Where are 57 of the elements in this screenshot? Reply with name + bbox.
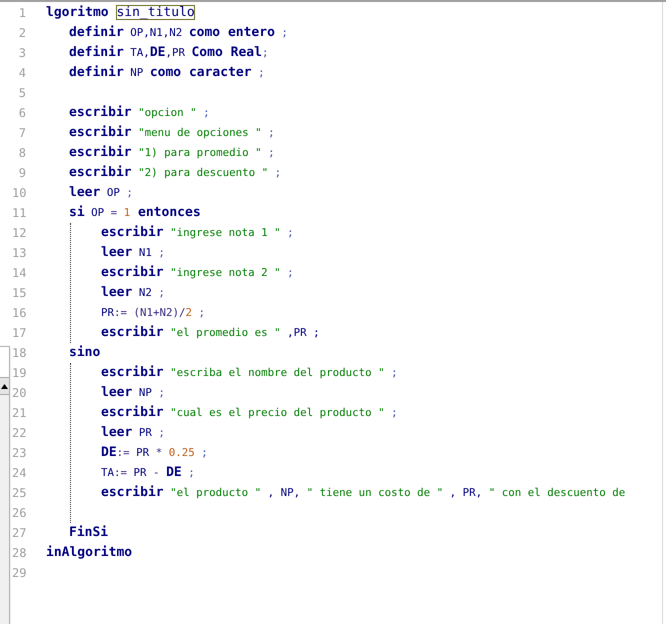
line-number: 22 (12, 425, 26, 442)
line-number: 5 (18, 85, 26, 102)
line-number: 16 (12, 305, 26, 322)
line-number: 26 (12, 505, 26, 522)
code-line: escribir "el producto " , NP, " tiene un costo de " , PR, " con el descuento de (100, 484, 626, 502)
line-number: 23 (12, 445, 26, 462)
line-number: 9 (18, 165, 26, 182)
line-number: 3 (18, 45, 26, 62)
code-line: escribir "ingrese nota 2 " ; (100, 264, 295, 282)
code-line: leer PR ; (100, 424, 166, 442)
line-number: 27 (12, 525, 26, 542)
code-line: escribir "cual es el precio del producto " ; (100, 404, 399, 422)
code-line: definir OP,N1,N2 como entero ; (68, 24, 289, 42)
line-number: 17 (12, 325, 26, 342)
line-number: 8 (18, 145, 26, 162)
line-number: 25 (12, 485, 26, 502)
code-line: lgoritmo sin_titulo (46, 4, 196, 22)
code-line: leer N1 ; (100, 244, 166, 262)
line-number: 13 (12, 245, 26, 262)
line-number: 11 (12, 205, 26, 222)
code-line: si OP = 1 entonces (68, 204, 202, 222)
code-line: leer OP ; (68, 184, 134, 202)
code-line: escribir "ingrese nota 1 " ; (100, 224, 295, 242)
code-line: PR:= (N1+N2)/2 ; (100, 305, 206, 321)
line-number: 19 (12, 365, 26, 382)
line-number: 20 (12, 385, 26, 402)
code-line: TA:= PR - DE ; (100, 464, 196, 482)
code-line: escribir "1) para promedio " ; (68, 144, 276, 162)
code-line: leer NP ; (100, 384, 166, 402)
line-number: 24 (12, 465, 26, 482)
line-number: 12 (12, 225, 26, 242)
code-line: escribir "menu de opciones " ; (68, 124, 276, 142)
line-number: 29 (12, 565, 26, 582)
arrow-up-icon (1, 384, 8, 388)
code-line: escribir "opcion " ; (68, 104, 211, 122)
code-line: escribir "el promedio es " ,PR ; (100, 324, 321, 342)
line-number: 2 (18, 25, 26, 42)
line-number: 4 (18, 65, 26, 82)
code-line: sino (68, 344, 102, 362)
code-line: inAlgoritmo (46, 544, 134, 562)
line-number: 18 (12, 345, 26, 362)
line-number: 21 (12, 405, 26, 422)
line-number: 28 (12, 545, 26, 562)
scroll-up-button[interactable] (0, 377, 9, 395)
code-line: escribir "2) para descuento " ; (68, 164, 282, 182)
code-line: DE:= PR * 0.25 ; (100, 444, 209, 462)
line-number: 14 (12, 265, 26, 282)
code-line: leer N2 ; (100, 284, 166, 302)
code-line: escribir "escriba el nombre del producto " ; (100, 364, 399, 382)
line-number: 6 (18, 105, 26, 122)
line-number: 15 (12, 285, 26, 302)
code-line: FinSi (68, 524, 110, 542)
code-line: definir TA,DE,PR Como Real; (68, 44, 270, 62)
line-number: 10 (12, 185, 26, 202)
line-number: 1 (18, 5, 26, 22)
line-number: 7 (18, 125, 26, 142)
code-line: definir NP como caracter ; (68, 64, 266, 82)
